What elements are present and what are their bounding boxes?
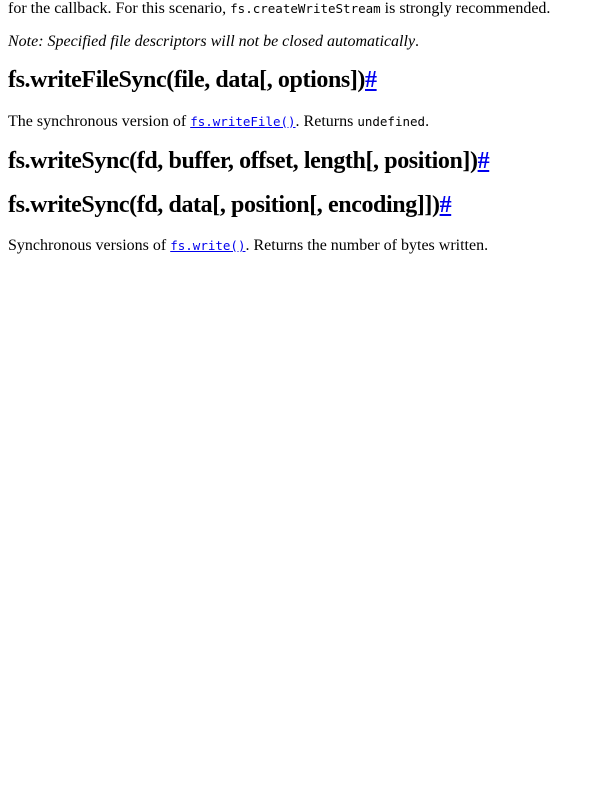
note-tail: .	[415, 33, 420, 50]
note-text: Note: Specified file descriptors will no…	[8, 33, 416, 50]
writefilesync-text-after: .	[425, 113, 430, 130]
heading-writesync-buffer: fs.writeSync(fd, buffer, offset, length[…	[8, 147, 490, 175]
note-paragraph: Note: Specified file descriptors will no…	[8, 33, 419, 51]
writefilesync-paragraph: The synchronous version of fs.writeFile(…	[8, 113, 429, 131]
heading-writesync-data-text: fs.writeSync(fd, data[, position[, encod…	[8, 192, 440, 218]
write-link-code: fs.write()	[170, 238, 246, 253]
callback-text-after: is strongly recommended.	[380, 0, 551, 17]
heading-writefilesync-text: fs.writeFileSync(file, data[, options])	[8, 67, 366, 93]
undefined-code: undefined	[357, 114, 426, 129]
writefilesync-text-before: The synchronous version of	[8, 113, 191, 130]
heading-writefilesync-anchor-link[interactable]: #	[365, 67, 377, 93]
create-write-stream-code: fs.createWriteStream	[230, 1, 381, 16]
heading-writesync-buffer-text: fs.writeSync(fd, buffer, offset, length[…	[8, 148, 478, 174]
writesync-text-before: Synchronous versions of	[8, 237, 171, 254]
writefile-link[interactable]: fs.writeFile()	[190, 113, 295, 130]
writesync-paragraph: Synchronous versions of fs.write(). Retu…	[8, 237, 488, 255]
writefile-link-code: fs.writeFile()	[190, 114, 296, 129]
heading-writesync-data: fs.writeSync(fd, data[, position[, encod…	[8, 191, 452, 219]
heading-writefilesync: fs.writeFileSync(file, data[, options])#	[8, 66, 377, 94]
callback-text-before: for the callback. For this scenario,	[8, 0, 231, 17]
heading-writesync-data-anchor-link[interactable]: #	[440, 192, 452, 218]
write-link[interactable]: fs.write()	[170, 237, 245, 254]
callback-paragraph: for the callback. For this scenario, fs.…	[8, 0, 550, 18]
writesync-text-after: . Returns the number of bytes written.	[245, 237, 489, 254]
writefilesync-text-middle: . Returns	[295, 113, 358, 130]
heading-writesync-buffer-anchor-link[interactable]: #	[478, 148, 490, 174]
